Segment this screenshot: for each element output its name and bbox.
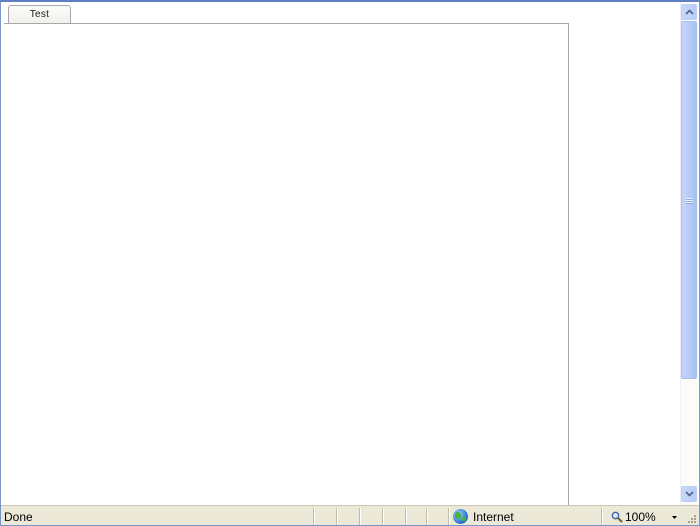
security-zone[interactable]: Internet bbox=[453, 508, 514, 525]
magnifier-icon bbox=[611, 511, 623, 523]
chevron-down-icon bbox=[684, 491, 694, 497]
status-bar: Done Internet 100% bbox=[1, 505, 699, 525]
zoom-label: 100% bbox=[625, 510, 656, 524]
status-divider bbox=[601, 508, 602, 525]
status-divider bbox=[448, 508, 449, 525]
tab-test[interactable]: Test bbox=[8, 5, 71, 24]
zoom-level-button[interactable]: 100% bbox=[611, 509, 656, 525]
zone-label: Internet bbox=[473, 509, 514, 524]
scroll-down-button[interactable] bbox=[681, 486, 697, 502]
scroll-up-button[interactable] bbox=[681, 4, 697, 20]
status-divider bbox=[313, 508, 314, 525]
scrollbar-thumb[interactable] bbox=[681, 21, 697, 379]
resize-grip-icon[interactable] bbox=[687, 514, 697, 524]
vertical-scrollbar[interactable] bbox=[680, 2, 698, 505]
thumb-grip bbox=[686, 198, 693, 204]
tab-label: Test bbox=[29, 9, 50, 20]
status-divider bbox=[405, 508, 406, 525]
status-divider bbox=[426, 508, 427, 525]
status-divider bbox=[359, 508, 360, 525]
page-content: Test bbox=[2, 2, 680, 505]
status-divider bbox=[382, 508, 383, 525]
chevron-up-icon bbox=[684, 9, 694, 15]
globe-icon bbox=[453, 509, 468, 524]
tab-panel bbox=[4, 23, 569, 505]
chevron-down-icon bbox=[671, 515, 677, 519]
status-text: Done bbox=[4, 510, 33, 524]
zoom-menu-button[interactable] bbox=[669, 510, 679, 524]
browser-window: Test Done Internet 100% bbox=[0, 0, 700, 526]
status-divider bbox=[336, 508, 337, 525]
